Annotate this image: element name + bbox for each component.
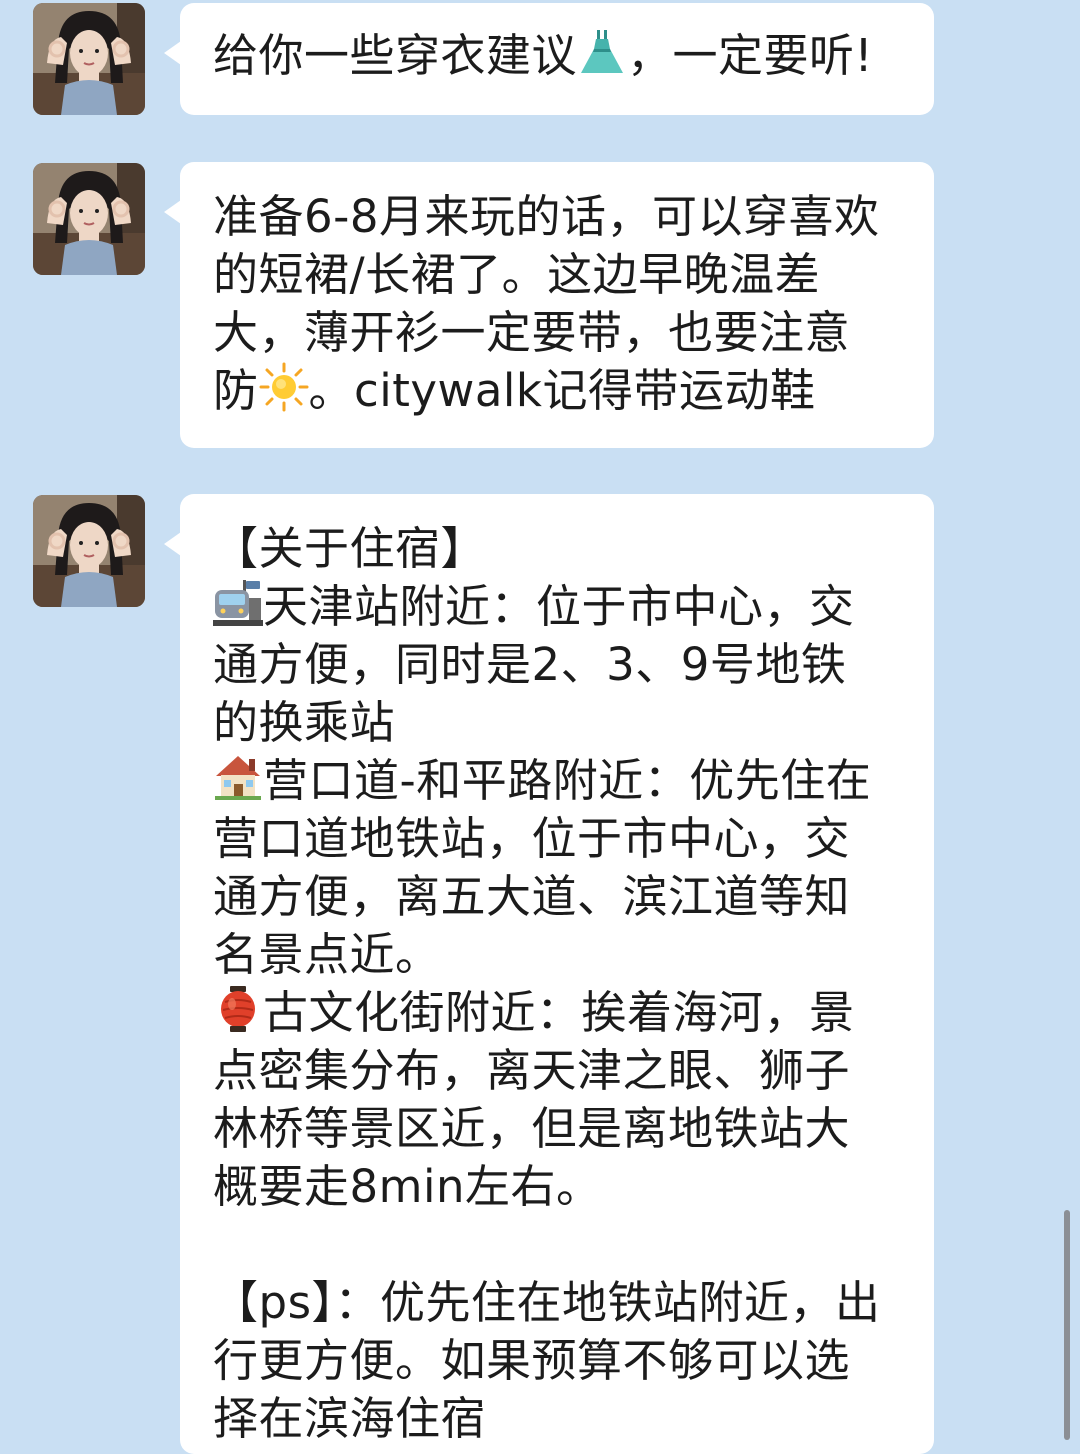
message-line: 大，薄开衫一定要带，也要注意 bbox=[213, 306, 851, 359]
message-text: 给你一些穿衣建议 bbox=[213, 29, 578, 82]
message-text: 古文化街附近：挨着海河，景 bbox=[263, 986, 855, 1039]
house-emoji-icon bbox=[215, 756, 261, 800]
message-line: 概要走8min左右。 bbox=[213, 1160, 602, 1213]
message-text: 营口道-和平路附近：优先住在 bbox=[263, 754, 872, 807]
user-avatar-photo-icon bbox=[33, 3, 145, 115]
dress-emoji-icon bbox=[581, 30, 624, 73]
user-avatar-photo-icon bbox=[33, 495, 145, 607]
message-text: 。citywalk记得带运动鞋 bbox=[308, 364, 816, 417]
message-line: 【关于住宿】 bbox=[213, 522, 487, 575]
message-line: 名景点近。 bbox=[213, 928, 441, 981]
message-line: 营口道地铁站，位于市中心，交 bbox=[213, 812, 851, 865]
message-text: ，一定要听! bbox=[627, 29, 874, 82]
message-line: 通方便，同时是2、3、9号地铁 bbox=[213, 638, 847, 691]
message-line: 行更方便。如果预算不够可以选 bbox=[213, 1334, 851, 1387]
user-avatar[interactable] bbox=[33, 495, 145, 607]
message-line: 择在滨海住宿 bbox=[213, 1392, 487, 1445]
user-avatar[interactable] bbox=[33, 163, 145, 275]
message-line: 【ps】：优先住在地铁站附近，出 bbox=[213, 1276, 881, 1329]
message-text: 天津站附近：位于市中心，交 bbox=[263, 580, 855, 633]
train-station-emoji-icon bbox=[213, 580, 263, 626]
message-bubble[interactable]: 准备6-8月来玩的话，可以穿喜欢 的短裙/长裙了。这边早晚温差 大，薄开衫一定要… bbox=[164, 162, 934, 448]
message-line: 点密集分布，离天津之眼、狮子 bbox=[213, 1044, 851, 1097]
message-line: 准备6-8月来玩的话，可以穿喜欢 bbox=[213, 190, 880, 243]
message-line: 营口道-和平路附近：优先住在 bbox=[213, 752, 904, 810]
chat-conversation: 给你一些穿衣建议 ，一定要听! 准备6-8月来玩的话，可以穿喜欢 的短裙/长裙了… bbox=[0, 0, 1080, 1454]
message-line: 防 。citywalk记得带运动鞋 bbox=[213, 362, 904, 420]
message-line: 古文化街附近：挨着海河，景 bbox=[213, 984, 904, 1042]
message-line: 林桥等景区近，但是离地铁站大 bbox=[213, 1102, 851, 1155]
message-bubble[interactable]: 给你一些穿衣建议 ，一定要听! bbox=[164, 3, 934, 115]
message-line: 给你一些穿衣建议 ，一定要听! bbox=[213, 27, 904, 85]
sun-emoji-icon bbox=[259, 362, 309, 412]
user-avatar[interactable] bbox=[33, 3, 145, 115]
lantern-emoji-icon bbox=[221, 986, 255, 1032]
user-avatar-photo-icon bbox=[33, 163, 145, 275]
message-bubble[interactable]: 【关于住宿】 天津站附近：位于市中心，交 通方便，同时是2、3、9号地铁 的换乘… bbox=[164, 494, 934, 1454]
message-line: 通方便，离五大道、滨江道等知 bbox=[213, 870, 851, 923]
message-line: 天津站附近：位于市中心，交 bbox=[213, 578, 904, 636]
scrollbar[interactable] bbox=[1064, 1210, 1070, 1440]
message-line: 的短裙/长裙了。这边早晚温差 bbox=[213, 248, 821, 301]
message-text: 防 bbox=[213, 364, 259, 417]
message-line: 的换乘站 bbox=[213, 696, 396, 749]
